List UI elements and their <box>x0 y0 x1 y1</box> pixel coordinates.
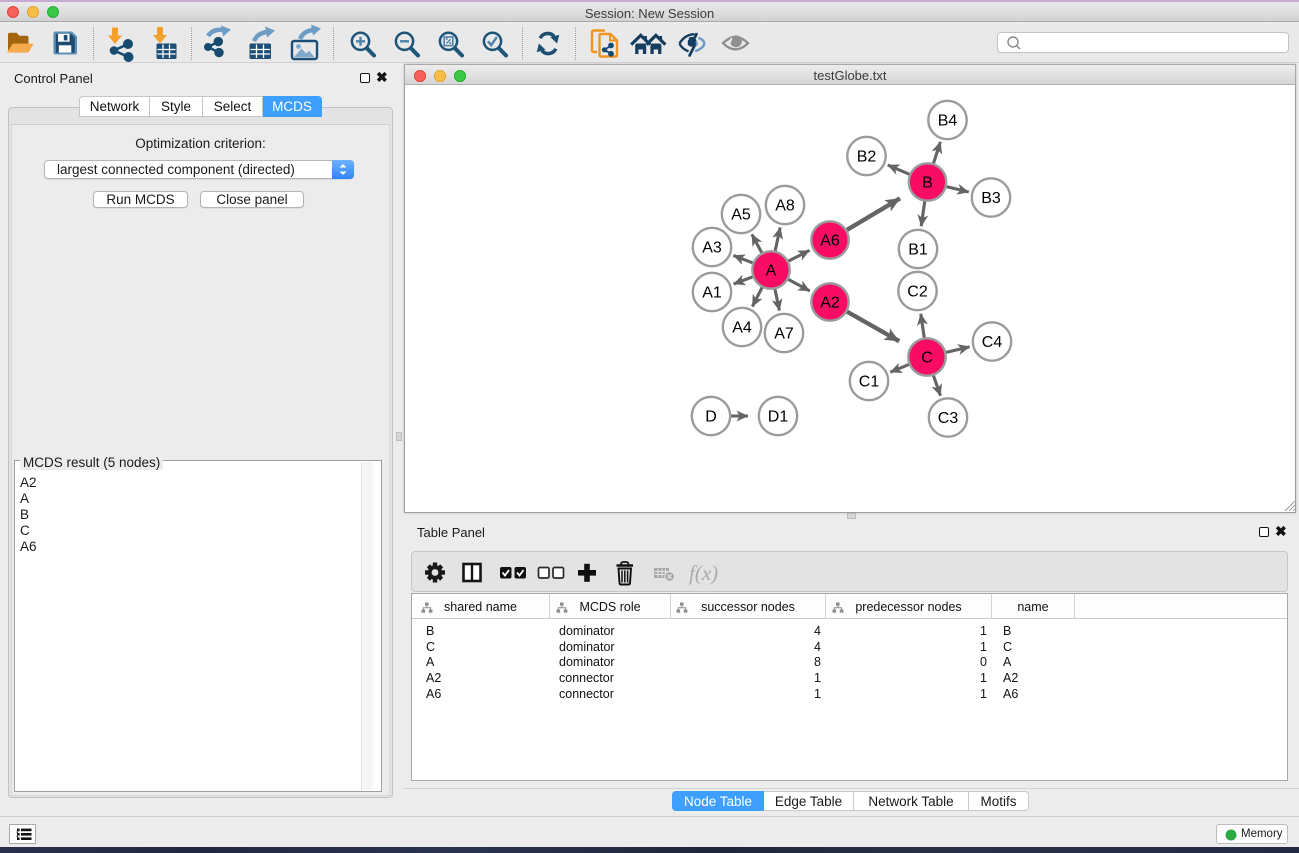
svg-text:B4: B4 <box>938 113 958 130</box>
svg-text:A3: A3 <box>702 240 722 257</box>
svg-text:f(x): f(x) <box>689 561 718 585</box>
svg-text:C4: C4 <box>982 334 1003 351</box>
svg-text:B3: B3 <box>981 190 1001 207</box>
svg-text:C: C <box>921 350 933 367</box>
svg-text:A2: A2 <box>820 295 840 312</box>
svg-text:A5: A5 <box>731 207 751 224</box>
svg-text:B1: B1 <box>908 242 928 259</box>
svg-text:C3: C3 <box>938 410 959 427</box>
svg-text:A6: A6 <box>820 233 840 250</box>
svg-text:A: A <box>766 263 777 280</box>
svg-text:A4: A4 <box>732 320 752 337</box>
svg-text:A8: A8 <box>775 198 795 215</box>
svg-text:B2: B2 <box>857 149 877 166</box>
svg-text:B: B <box>922 175 933 192</box>
svg-text:D: D <box>705 409 717 426</box>
svg-text:C1: C1 <box>859 374 880 391</box>
svg-text:A1: A1 <box>702 285 722 302</box>
svg-text:C2: C2 <box>907 284 928 301</box>
svg-text:D1: D1 <box>768 409 789 426</box>
svg-text:A7: A7 <box>774 326 794 343</box>
